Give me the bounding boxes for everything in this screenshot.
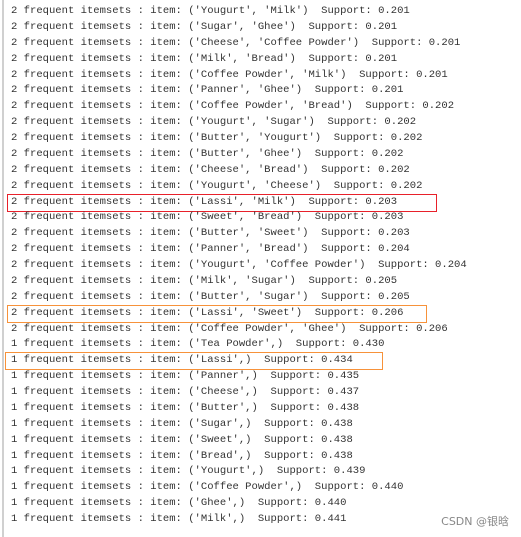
- console-line: 2 frequent itemsets : item: ('Yougurt', …: [11, 259, 467, 271]
- console-line: 1 frequent itemsets : item: ('Sweet',) S…: [11, 433, 353, 446]
- console-output: 2 frequent itemsets : item: ('Yougurt', …: [5, 4, 467, 528]
- console-line: 2 frequent itemsets : item: ('Yougurt', …: [11, 179, 423, 192]
- console-line: 1 frequent itemsets : item: ('Yougurt',)…: [11, 465, 366, 478]
- console-line-highlighted: 2 frequent itemsets : item: ('Lassi', 'S…: [7, 304, 467, 323]
- console-line: 2 frequent itemsets : item: ('Butter', '…: [11, 132, 423, 144]
- console-line: 2 frequent itemsets : item: ('Milk', 'Su…: [11, 274, 398, 287]
- console-line-highlighted: 2 frequent itemsets : item: ('Lassi', 'M…: [7, 193, 467, 212]
- console-line: 2 frequent itemsets : item: ('Yougurt', …: [11, 116, 417, 129]
- console-line: 2 frequent itemsets : item: ('Sugar', 'G…: [11, 20, 398, 33]
- console-line: 2 frequent itemsets : item: ('Coffee Pow…: [11, 100, 455, 113]
- console-line-highlighted: 1 frequent itemsets : item: ('Lassi',) S…: [5, 352, 467, 371]
- console-line: 2 frequent itemsets : item: ('Panner', '…: [11, 84, 404, 97]
- console-line: 2 frequent itemsets : item: ('Sweet', 'B…: [11, 211, 404, 224]
- console-line: 1 frequent itemsets : item: ('Tea Powder…: [11, 338, 385, 351]
- console-line: 2 frequent itemsets : item: ('Butter', '…: [11, 290, 410, 303]
- watermark: CSDN @银晗: [441, 515, 509, 528]
- console-line: 1 frequent itemsets : item: ('Milk',) Su…: [11, 513, 347, 525]
- console-line: 1 frequent itemsets : item: ('Bread',) S…: [11, 449, 353, 462]
- console-line: 2 frequent itemsets : item: ('Coffee Pow…: [11, 322, 448, 335]
- console-line: 1 frequent itemsets : item: ('Panner',) …: [11, 370, 360, 383]
- left-border: [2, 0, 4, 537]
- console-line: 1 frequent itemsets : item: ('Sugar',) S…: [11, 417, 353, 430]
- console-line: 2 frequent itemsets : item: ('Panner', '…: [11, 243, 410, 256]
- console-line: 2 frequent itemsets : item: ('Yougurt', …: [11, 5, 410, 17]
- console-line: 2 frequent itemsets : item: ('Butter', '…: [11, 147, 404, 160]
- console-line: 2 frequent itemsets : item: ('Cheese', '…: [11, 163, 410, 176]
- console-line: 2 frequent itemsets : item: ('Butter', '…: [11, 227, 410, 240]
- console-line: 1 frequent itemsets : item: ('Butter',) …: [11, 401, 360, 414]
- console-line: 2 frequent itemsets : item: ('Coffee Pow…: [11, 68, 448, 81]
- console-line: 1 frequent itemsets : item: ('Ghee',) Su…: [11, 497, 347, 510]
- console-line: 2 frequent itemsets : item: ('Cheese', '…: [11, 36, 461, 49]
- console-line: 1 frequent itemsets : item: ('Cheese',) …: [11, 386, 360, 398]
- console-line: 2 frequent itemsets : item: ('Milk', 'Br…: [11, 52, 398, 65]
- console-line: 1 frequent itemsets : item: ('Coffee Pow…: [11, 481, 404, 494]
